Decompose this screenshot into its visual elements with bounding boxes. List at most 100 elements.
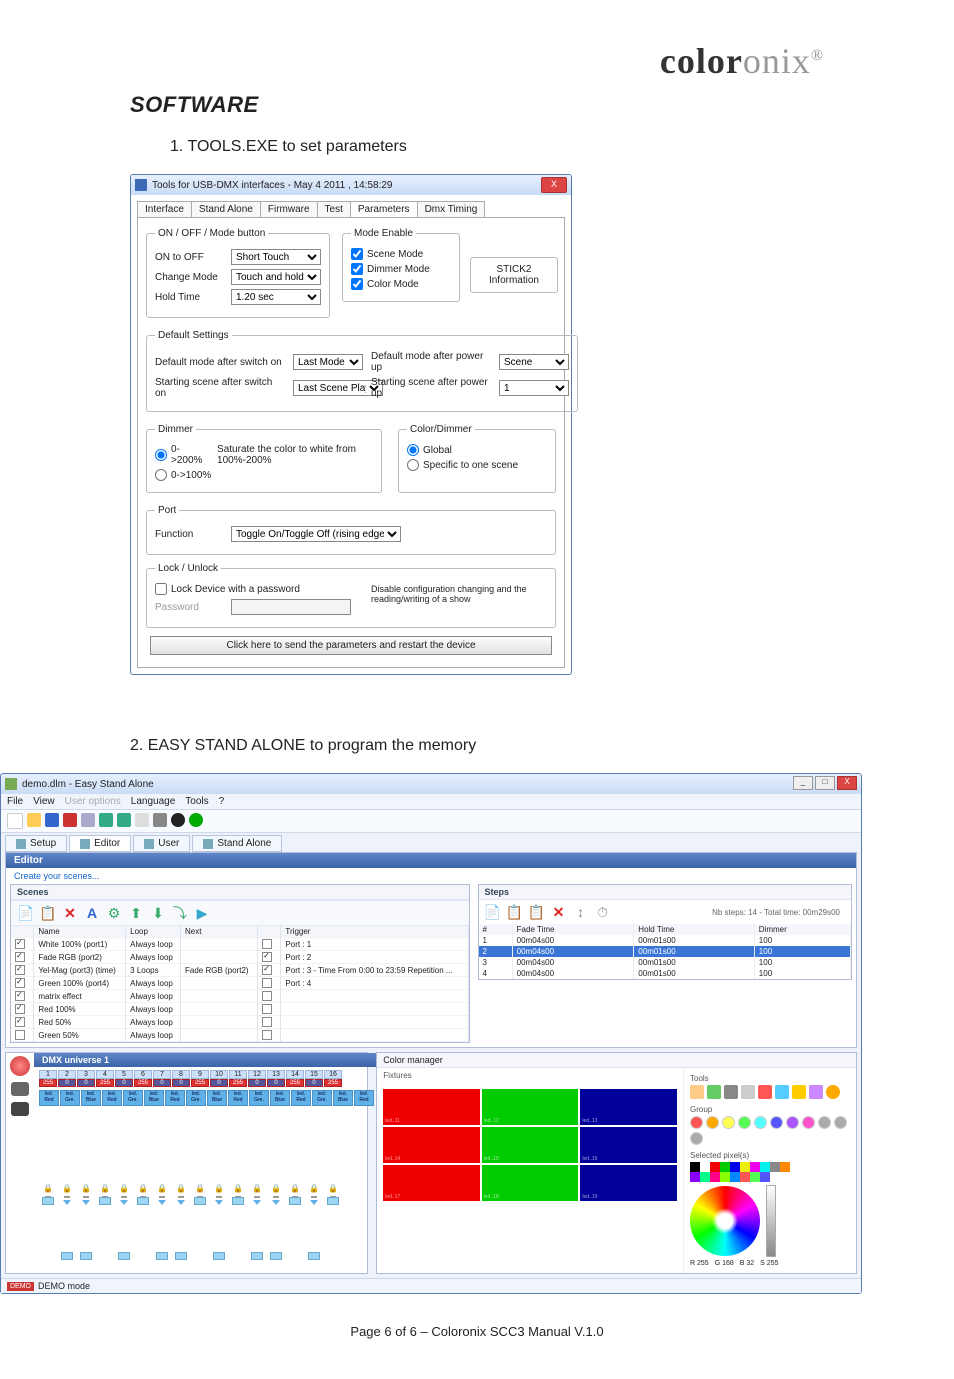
close-button[interactable]: X — [837, 776, 857, 790]
group-dot[interactable] — [818, 1116, 831, 1129]
create-scenes-link[interactable]: Create your scenes... — [6, 868, 856, 884]
tools-tab-interface[interactable]: Interface — [137, 201, 192, 217]
group-dot[interactable] — [786, 1116, 799, 1129]
group-dot[interactable] — [770, 1116, 783, 1129]
cm-tool-icon[interactable] — [707, 1085, 721, 1099]
channel-mode-icon[interactable] — [10, 1056, 30, 1076]
color-swatch[interactable] — [720, 1162, 730, 1172]
channel-slider[interactable]: 🔒 — [153, 1184, 171, 1205]
new-scene-icon[interactable]: 📄 — [17, 904, 35, 922]
fixture-cell[interactable]: led..17 — [383, 1165, 480, 1201]
channel-slider[interactable]: 🔒 — [229, 1184, 247, 1205]
cm-tool-icon[interactable] — [775, 1085, 789, 1099]
3d-icon[interactable] — [135, 813, 149, 827]
group-dot[interactable] — [754, 1116, 767, 1129]
move-step-icon[interactable]: ↕ — [572, 903, 590, 921]
new-step-icon[interactable]: 📄 — [484, 903, 502, 921]
maximize-button[interactable]: □ — [815, 776, 835, 790]
settings-scene-icon[interactable]: ⚙ — [105, 904, 123, 922]
group-dot[interactable] — [706, 1116, 719, 1129]
channel-slider[interactable]: 🔒 — [286, 1184, 304, 1205]
subtab-user[interactable]: User — [133, 835, 190, 852]
open-icon[interactable] — [27, 813, 41, 827]
brush-icon[interactable] — [153, 813, 167, 827]
channel-slider[interactable]: 🔒 — [210, 1184, 228, 1205]
default-mode-switch-select[interactable]: Last Mode — [293, 354, 363, 370]
scene-row[interactable]: matrix effectAlways loop — [11, 990, 468, 1003]
dmx-channel[interactable]: 80 — [172, 1070, 190, 1087]
channel-slider[interactable]: 🔒 — [267, 1184, 285, 1205]
color-swatch[interactable] — [700, 1162, 710, 1172]
fixture-cell[interactable]: led..18 — [482, 1165, 579, 1201]
color-swatch[interactable] — [760, 1162, 770, 1172]
cd-global-radio[interactable] — [407, 444, 419, 456]
rename-scene-icon[interactable]: A — [83, 904, 101, 922]
scene-row[interactable]: Green 50%Always loop — [11, 1029, 468, 1042]
port-function-select[interactable]: Toggle On/Toggle Off (rising edge) — [231, 526, 401, 542]
close-button[interactable]: X — [541, 177, 567, 193]
start-scene-switch-select[interactable]: Last Scene Played — [293, 380, 383, 396]
channel-slider[interactable]: 🔒 — [77, 1184, 95, 1205]
scene-row[interactable]: Fade RGB (port2)Always loopPort : 2 — [11, 951, 468, 964]
dmx-channel[interactable]: 30 — [77, 1070, 95, 1087]
color-swatch[interactable] — [750, 1172, 760, 1182]
new-icon[interactable] — [7, 813, 23, 829]
dmx-channel[interactable]: 130 — [267, 1070, 285, 1087]
tools-tab-firmware[interactable]: Firmware — [260, 201, 318, 217]
tools-tab-stand-alone[interactable]: Stand Alone — [191, 201, 261, 217]
color-swatch[interactable] — [710, 1172, 720, 1182]
channel-slider[interactable]: 🔒 — [115, 1184, 133, 1205]
copy-step-icon[interactable]: 📋 — [506, 903, 524, 921]
scene-row[interactable]: Red 100%Always loop — [11, 1003, 468, 1016]
fader2-icon[interactable] — [117, 813, 131, 827]
dmx-channel[interactable]: 70 — [153, 1070, 171, 1087]
channel-slider[interactable]: 🔒 — [172, 1184, 190, 1205]
cm-tool-icon[interactable] — [792, 1085, 806, 1099]
color-swatch[interactable] — [770, 1162, 780, 1172]
subtab-stand-alone[interactable]: Stand Alone — [192, 835, 282, 852]
down-scene-icon[interactable]: ⬇ — [149, 904, 167, 922]
channel-slider[interactable]: 🔒 — [39, 1184, 57, 1205]
dmx-channel[interactable]: 11255 — [229, 1070, 247, 1087]
color-swatch[interactable] — [740, 1172, 750, 1182]
scene-row[interactable]: Yel-Mag (port3) (time)3 LoopsFade RGB (p… — [11, 964, 468, 977]
fixture-cell[interactable]: led..16 — [580, 1127, 677, 1163]
minimize-button[interactable]: _ — [793, 776, 813, 790]
group-dot[interactable] — [802, 1116, 815, 1129]
color-swatch[interactable] — [690, 1162, 700, 1172]
channel-slider[interactable]: 🔒 — [96, 1184, 114, 1205]
menu-file[interactable]: File — [7, 796, 23, 807]
send-params-button[interactable]: Click here to send the parameters and re… — [150, 636, 552, 655]
group-dot[interactable] — [690, 1116, 703, 1129]
dmx-channel[interactable]: 9255 — [191, 1070, 209, 1087]
default-mode-power-select[interactable]: Scene — [499, 354, 569, 370]
group-dot[interactable] — [722, 1116, 735, 1129]
dmx-channel[interactable]: 150 — [305, 1070, 323, 1087]
change-mode-select[interactable]: Touch and hold — [231, 269, 321, 285]
color-mode-checkbox[interactable] — [351, 278, 363, 290]
stick2-info-button[interactable]: STICK2 Information — [470, 257, 558, 293]
fixture-cell[interactable]: led..15 — [482, 1127, 579, 1163]
fx-mode-icon[interactable] — [11, 1102, 29, 1116]
step-row[interactable]: 400m04s0000m01s00100 — [479, 968, 851, 979]
channel-slider[interactable]: 🔒 — [305, 1184, 323, 1205]
usb-icon[interactable] — [63, 813, 77, 827]
play-scene-icon[interactable]: ▶ — [193, 904, 211, 922]
cm-tool-icon[interactable] — [758, 1085, 772, 1099]
group-dot[interactable] — [738, 1116, 751, 1129]
group-dot[interactable] — [690, 1132, 703, 1145]
color-swatch[interactable] — [690, 1172, 700, 1182]
cd-specific-radio[interactable] — [407, 459, 419, 471]
dmx-channel[interactable]: 20 — [58, 1070, 76, 1087]
dmx-channel[interactable]: 4255 — [96, 1070, 114, 1087]
delete-step-icon[interactable]: ✕ — [550, 903, 568, 921]
print-icon[interactable] — [81, 813, 95, 827]
scene-mode-checkbox[interactable] — [351, 248, 363, 260]
scene-row[interactable]: White 100% (port1)Always loopPort : 1 — [11, 938, 468, 951]
up-scene-icon[interactable]: ⬆ — [127, 904, 145, 922]
color-swatch[interactable] — [700, 1172, 710, 1182]
fixture-cell[interactable]: led..13 — [580, 1089, 677, 1125]
fixture-cell[interactable]: led..19 — [580, 1165, 677, 1201]
scene-row[interactable]: Green 100% (port4)Always loopPort : 4 — [11, 977, 468, 990]
dmx-channel[interactable]: 100 — [210, 1070, 228, 1087]
